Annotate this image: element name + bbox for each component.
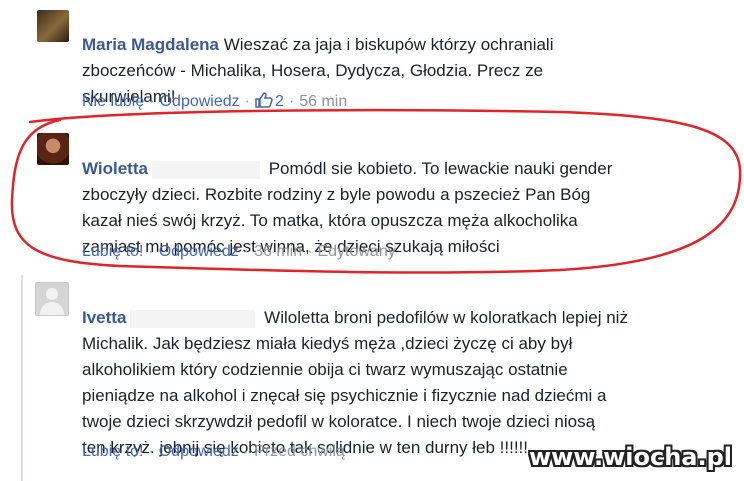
author-ivetta[interactable]: Ivetta: [82, 308, 126, 327]
hidden-surname: [151, 160, 260, 179]
reply-link[interactable]: Odpowiedz: [160, 93, 240, 110]
timestamp[interactable]: 36 min: [254, 243, 302, 260]
comment-maria-line-1: Wieszać za jaja i biskupów którzy ochran…: [223, 35, 554, 54]
comment-maria-actions: Nie lubię · Odpowiedz · 2 · 56 min: [82, 92, 348, 110]
reply-thread-line: [21, 275, 23, 481]
default-avatar-icon[interactable]: [35, 282, 69, 316]
reply-link[interactable]: Odpowiedz: [159, 443, 239, 460]
author-maria[interactable]: Maria Magdalena: [82, 35, 219, 54]
comment-ivetta-line-1: Wiloletta broni pedofilów w koloratkach …: [264, 308, 628, 327]
thumbs-up-icon: [255, 92, 273, 108]
avatar-maria[interactable]: [37, 10, 69, 42]
comment-ivetta-actions: Lubię to! · Odpowiedz · Przed chwilą: [82, 443, 345, 460]
timestamp[interactable]: 56 min: [299, 93, 347, 110]
comment-ivetta-line-3: alkoholikiem który codziennie obija ci t…: [82, 360, 568, 379]
edited-label[interactable]: Edytowany: [317, 243, 395, 260]
reply-link[interactable]: Odpowiedz: [159, 243, 239, 260]
comment-ivetta-line-2: Michalik. Jak będziesz miała kiedyś męża…: [82, 334, 573, 353]
comment-ivetta-line-5: twoje dzieci skrzywdził pedofil w kolora…: [82, 412, 596, 431]
hidden-surname: [130, 309, 256, 328]
like-count[interactable]: 2: [255, 92, 284, 110]
comment-maria-line-2: zboczeńców - Michalika, Hosera, Dydycza,…: [82, 61, 544, 80]
comment-ivetta-line-4: pieniądze na alkohol i znęcał się psychi…: [82, 386, 607, 405]
comment-wioletta-line-1: Pomódl sie kobieto. To lewackie nauki ge…: [268, 159, 613, 178]
avatar-wioletta[interactable]: [37, 133, 69, 165]
author-wioletta[interactable]: Wioletta: [82, 159, 148, 178]
comment-wioletta-actions: Lubię to! · Odpowiedz · 36 min · Edytowany: [82, 243, 396, 260]
comment-ivetta-body: Ivetta Wiloletta broni pedofilów w kolor…: [82, 279, 628, 461]
watermark: www.wiocha.pl: [528, 443, 732, 471]
timestamp[interactable]: Przed chwilą: [254, 443, 345, 460]
unlike-link[interactable]: Nie lubię: [82, 93, 144, 110]
like-link[interactable]: Lubię to!: [82, 243, 143, 260]
comment-wioletta-line-3: kazał nieś swój krzyż. To matka, która o…: [82, 211, 578, 230]
like-link[interactable]: Lubię to!: [82, 443, 143, 460]
comment-wioletta-body: Wioletta Pomódl sie kobieto. To lewackie…: [82, 130, 612, 260]
comment-wioletta-line-2: zboczyły dzieci. Rozbite rodziny z byle …: [82, 185, 591, 204]
